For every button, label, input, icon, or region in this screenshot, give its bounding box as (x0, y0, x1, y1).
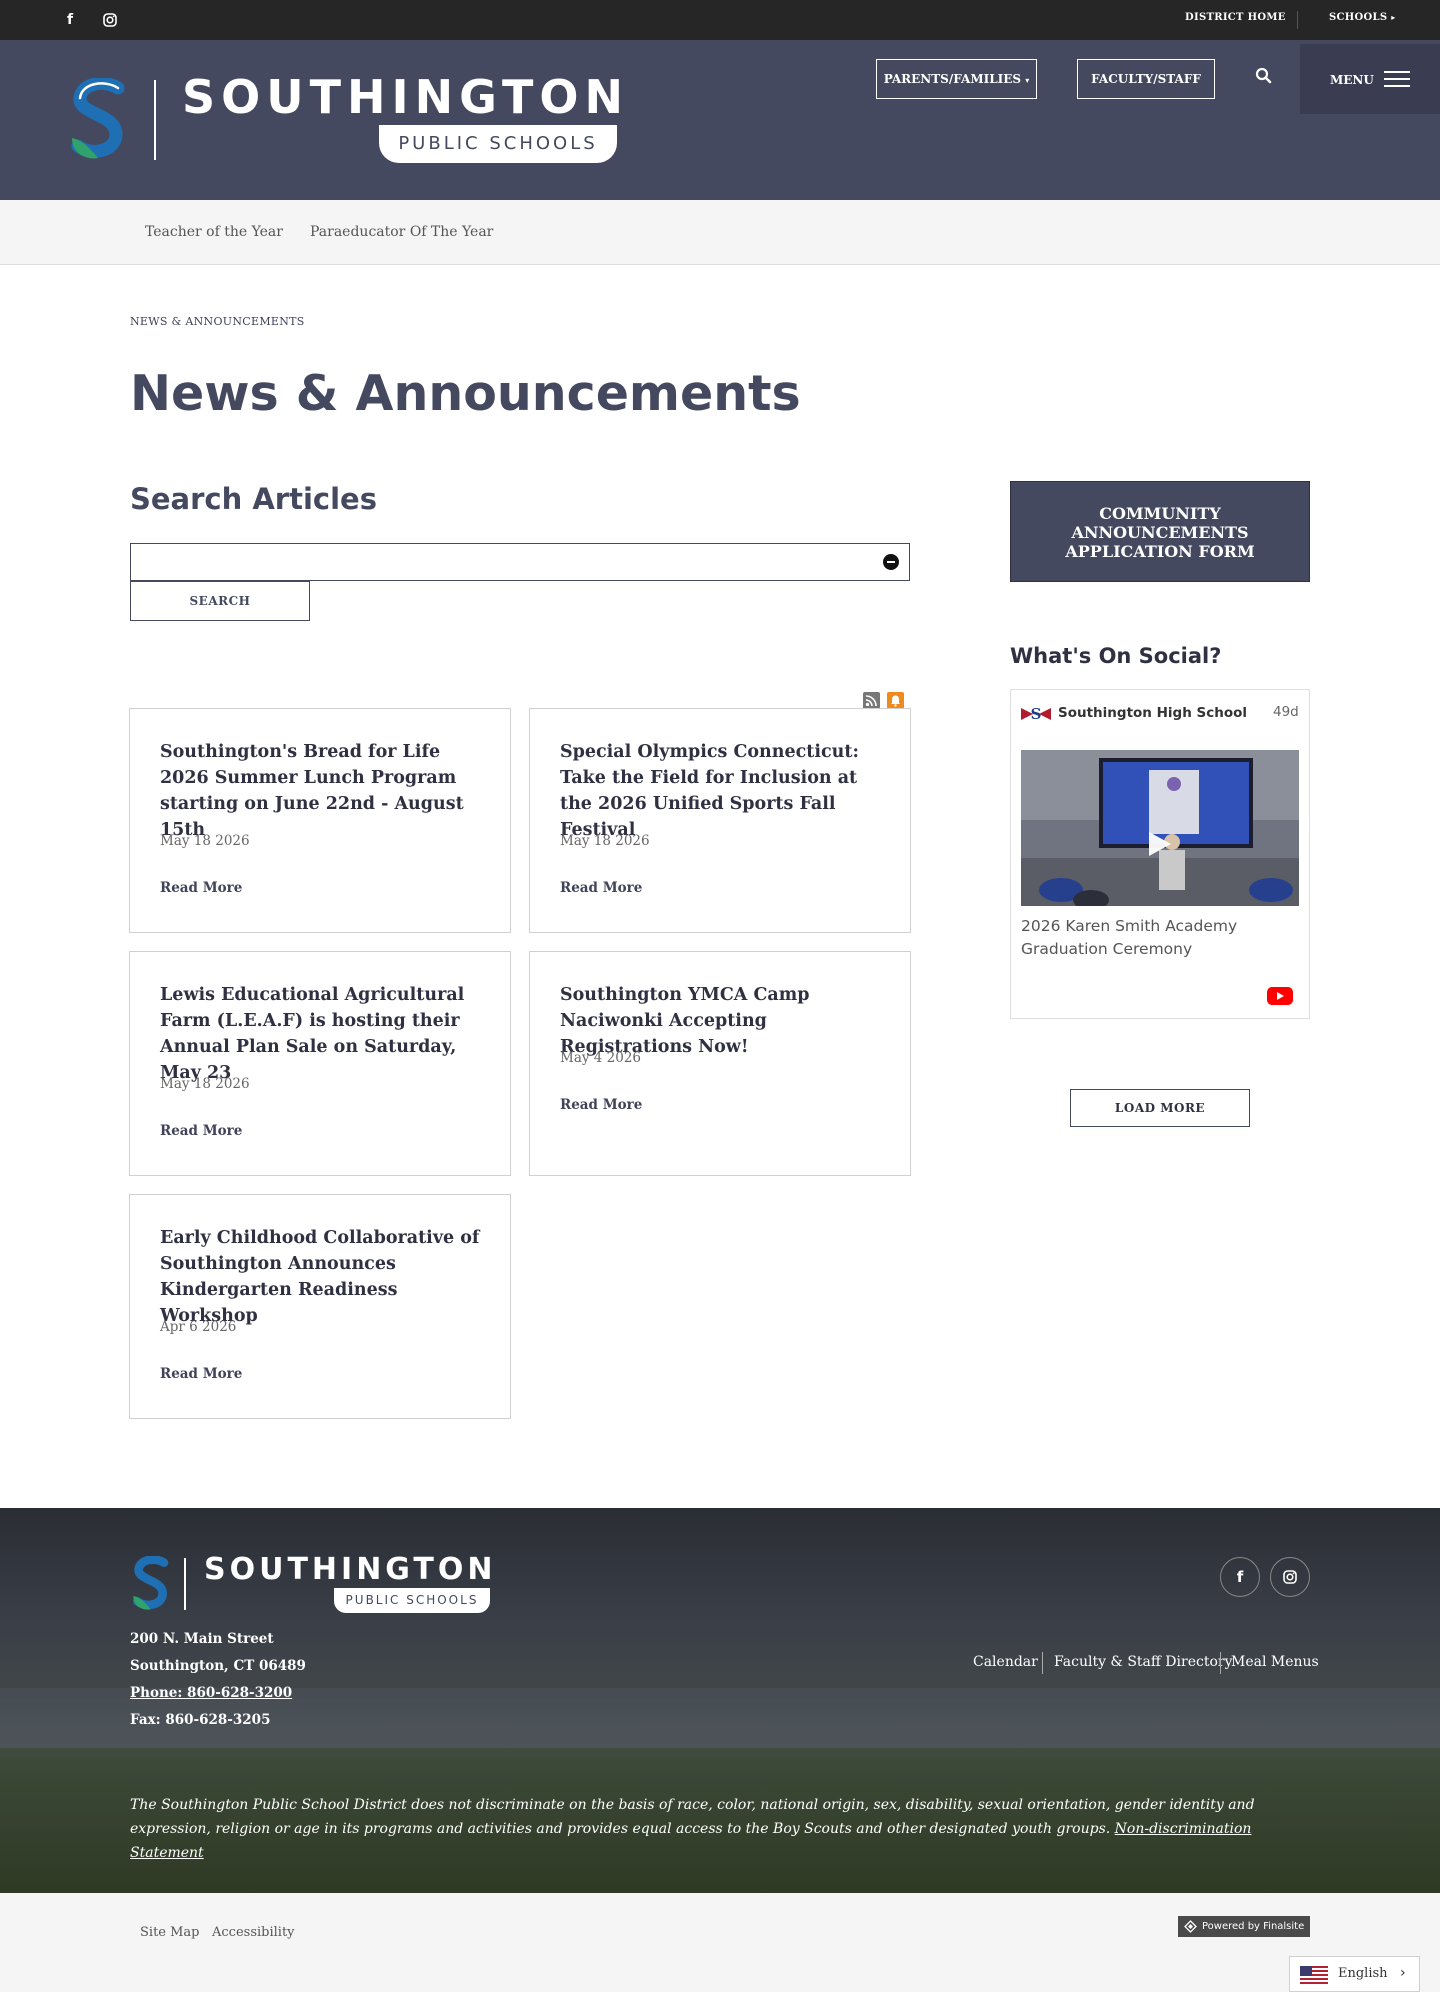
article-date: May 18 2026 (560, 833, 650, 849)
account-avatar: S (1021, 704, 1051, 724)
footer-logo-s-icon[interactable] (130, 1556, 174, 1612)
read-more-link[interactable]: Read More (160, 1123, 242, 1139)
non-discrimination-notice: The Southington Public School District d… (130, 1793, 1290, 1865)
article-title[interactable]: Lewis Educational Agricultural Farm (L.E… (160, 982, 490, 1086)
article-date: May 18 2026 (160, 1076, 250, 1092)
article-date: May 4 2026 (560, 1050, 642, 1066)
schools-label: SCHOOLS (1329, 12, 1388, 23)
bottom-bar: Site Map Accessibility Powered by Finals… (0, 1893, 1440, 1992)
article-date: May 18 2026 (160, 833, 250, 849)
logo-s-icon[interactable] (68, 78, 132, 162)
footer-link-divider (1220, 1652, 1221, 1674)
youtube-icon[interactable] (1267, 987, 1293, 1005)
community-announcements-button[interactable]: COMMUNITY ANNOUNCEMENTS APPLICATION FORM (1010, 481, 1310, 582)
accessibility-link[interactable]: Accessibility (212, 1925, 295, 1940)
non-discrimination-text: The Southington Public School District d… (130, 1797, 1255, 1837)
read-more-link[interactable]: Read More (560, 1097, 642, 1113)
footer-address-line2: Southington, CT 06489 (130, 1658, 306, 1674)
logo-divider (154, 80, 156, 160)
parents-families-button[interactable]: PARENTS/FAMILIES ▾ (876, 59, 1037, 99)
footer-instagram-icon[interactable] (1270, 1557, 1310, 1597)
powered-by-finalsite-badge[interactable]: Powered by Finalsite (1178, 1916, 1310, 1937)
footer-logo-title[interactable]: SOUTHINGTON (204, 1552, 496, 1587)
footer-link-divider (1042, 1652, 1043, 1674)
minus-circle-icon[interactable] (882, 553, 900, 571)
subnav-teacher-of-the-year[interactable]: Teacher of the Year (145, 224, 283, 240)
chevron-right-icon: › (1400, 1965, 1406, 1981)
read-more-link[interactable]: Read More (560, 880, 642, 896)
site-map-link[interactable]: Site Map (140, 1925, 200, 1940)
footer-fax: Fax: 860-628-3205 (130, 1712, 271, 1728)
logo-subtitle[interactable]: PUBLIC SCHOOLS (379, 125, 617, 163)
breadcrumb[interactable]: NEWS & ANNOUNCEMENTS (130, 315, 305, 328)
footer-facebook-icon[interactable]: f (1220, 1557, 1260, 1597)
article-card[interactable]: Southington YMCA Camp Naciwonki Acceptin… (529, 951, 911, 1176)
instagram-icon[interactable] (100, 10, 120, 30)
search-icon[interactable] (1254, 66, 1274, 86)
social-post-caption[interactable]: 2026 Karen Smith Academy Graduation Cere… (1021, 915, 1291, 961)
footer-phone-link[interactable]: Phone: 860-628-3200 (130, 1685, 292, 1701)
language-selector[interactable]: English › (1289, 1956, 1420, 1992)
video-thumbnail[interactable] (1021, 750, 1299, 906)
district-home-link[interactable]: DISTRICT HOME (1185, 12, 1286, 23)
load-more-button[interactable]: LOAD MORE (1070, 1089, 1250, 1127)
article-card[interactable]: Special Olympics Connecticut: Take the F… (529, 708, 911, 933)
read-more-link[interactable]: Read More (160, 1366, 242, 1382)
social-post-age: 49d (1273, 704, 1299, 720)
utility-bar: f DISTRICT HOME SCHOOLS ▸ (0, 0, 1440, 40)
article-date: Apr 6 2026 (160, 1319, 237, 1335)
sub-navigation: Teacher of the Year Paraeducator Of The … (0, 200, 1440, 265)
site-header: SOUTHINGTON PUBLIC SCHOOLS PARENTS/FAMIL… (0, 40, 1440, 200)
search-heading: Search Articles (130, 482, 377, 516)
us-flag-icon (1300, 1966, 1328, 1984)
finalsite-icon (1184, 1920, 1197, 1933)
article-title[interactable]: Southington's Bread for Life 2026 Summer… (160, 739, 490, 843)
bell-icon[interactable] (887, 692, 904, 709)
facebook-icon[interactable]: f (60, 10, 80, 30)
page-title: News & Announcements (130, 365, 801, 422)
read-more-link[interactable]: Read More (160, 880, 242, 896)
menu-button[interactable]: MENU (1300, 44, 1440, 114)
subnav-paraeducator-of-the-year[interactable]: Paraeducator Of The Year (310, 224, 493, 240)
footer-link-staff-directory[interactable]: Faculty & Staff Directory (1054, 1654, 1232, 1670)
svg-text:S: S (1031, 705, 1042, 723)
article-card[interactable]: Lewis Educational Agricultural Farm (L.E… (129, 951, 511, 1176)
faculty-staff-button[interactable]: FACULTY/STAFF (1077, 59, 1215, 99)
caret-down-icon: ▾ (1025, 75, 1030, 85)
utility-divider (1297, 11, 1298, 29)
footer-logo-divider (184, 1558, 186, 1610)
rss-icon[interactable] (863, 692, 880, 709)
social-heading: What's On Social? (1010, 644, 1222, 668)
social-post-card[interactable]: S Southington High School 49d 2026 Karen… (1010, 689, 1310, 1019)
social-account-name[interactable]: Southington High School (1058, 705, 1247, 721)
logo-title[interactable]: SOUTHINGTON (182, 70, 629, 124)
footer-link-calendar[interactable]: Calendar (973, 1654, 1038, 1670)
article-title[interactable]: Southington YMCA Camp Naciwonki Acceptin… (560, 982, 890, 1060)
search-input[interactable] (130, 543, 910, 581)
schools-link[interactable]: SCHOOLS ▸ (1329, 12, 1396, 23)
caret-right-icon: ▸ (1391, 12, 1396, 22)
article-card[interactable]: Early Childhood Collaborative of Southin… (129, 1194, 511, 1419)
footer-link-meal-menus[interactable]: Meal Menus (1231, 1654, 1319, 1670)
powered-by-label: Powered by Finalsite (1202, 1921, 1305, 1932)
language-label: English (1338, 1966, 1388, 1981)
article-card[interactable]: Southington's Bread for Life 2026 Summer… (129, 708, 511, 933)
hamburger-icon (1384, 71, 1410, 87)
menu-label: MENU (1330, 73, 1374, 87)
site-footer: SOUTHINGTON PUBLIC SCHOOLS 200 N. Main S… (0, 1508, 1440, 1893)
footer-address-line1: 200 N. Main Street (130, 1631, 274, 1647)
parents-families-label: PARENTS/FAMILIES (883, 72, 1022, 86)
article-title[interactable]: Early Childhood Collaborative of Southin… (160, 1225, 490, 1329)
article-title[interactable]: Special Olympics Connecticut: Take the F… (560, 739, 890, 843)
footer-logo-subtitle[interactable]: PUBLIC SCHOOLS (334, 1588, 490, 1613)
search-button[interactable]: SEARCH (130, 581, 310, 621)
